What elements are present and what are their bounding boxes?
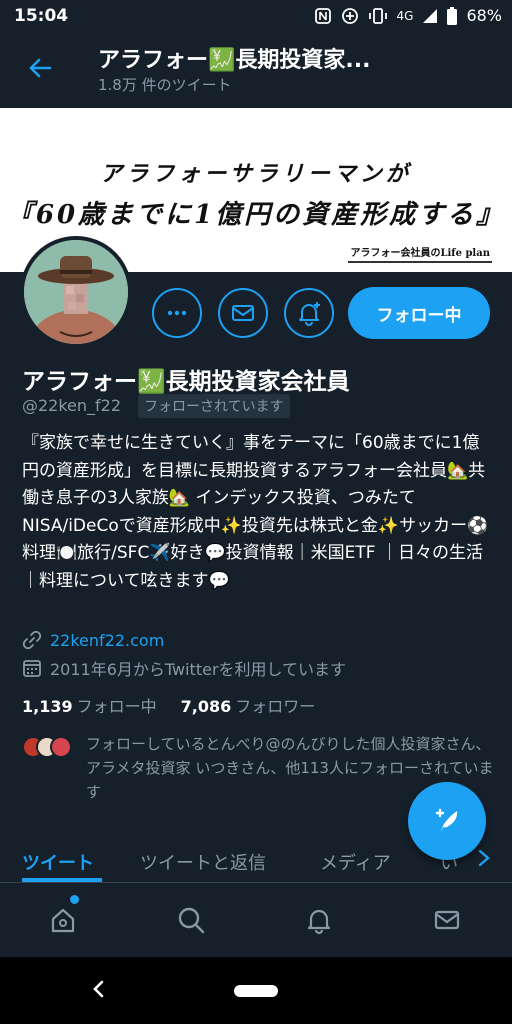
back-arrow-icon	[29, 58, 52, 78]
chevron-left-icon	[93, 980, 104, 998]
following-button[interactable]: フォロー中	[348, 287, 490, 339]
following-label: フォロー中	[76, 697, 157, 716]
mail-icon	[434, 910, 460, 930]
tabs-scroll-right-icon[interactable]	[476, 846, 492, 876]
data-saver-icon	[341, 7, 359, 25]
followed-by-avatars	[22, 736, 78, 758]
nav-search[interactable]	[174, 903, 208, 937]
tab-tweets-and-replies[interactable]: ツイートと返信	[140, 849, 266, 875]
follow-stats: 1,139 フォロー中 7,086 フォロワー	[22, 693, 315, 717]
nav-notifications[interactable]	[302, 903, 336, 937]
notification-button[interactable]	[284, 288, 334, 338]
vibrate-icon	[368, 7, 388, 25]
profile-handle: @22ken_f22	[22, 396, 122, 415]
joined-date: 2011年6月からTwitterを利用しています	[50, 660, 347, 679]
followers-stat[interactable]: 7,086 フォロワー	[181, 693, 316, 717]
network-type: 4G	[396, 8, 414, 23]
calendar-icon	[23, 660, 41, 677]
battery-icon	[447, 6, 458, 25]
followers-count: 7,086	[180, 697, 232, 716]
more-icon	[167, 310, 187, 316]
nfc-icon	[314, 7, 332, 25]
status-icons: 4G 68%	[314, 6, 502, 25]
link-icon	[22, 630, 42, 650]
back-button[interactable]	[24, 52, 56, 84]
following-stat[interactable]: 1,139 フォロー中	[22, 693, 157, 717]
nav-home[interactable]	[46, 903, 80, 937]
search-icon	[178, 907, 205, 934]
mail-icon	[232, 305, 254, 321]
tab-media[interactable]: メディア	[320, 849, 391, 875]
bottom-navigation	[0, 883, 512, 957]
battery-level: 68%	[466, 6, 502, 25]
home-notification-dot	[70, 895, 79, 904]
compose-tweet-button[interactable]	[408, 782, 486, 860]
header-title: アラフォー💹長期投資家...	[98, 48, 371, 73]
system-home-pill[interactable]	[234, 985, 278, 997]
follows-you-badge: フォローされています	[138, 394, 290, 418]
nav-messages[interactable]	[430, 903, 464, 937]
banner-line-2: 『60歳までに1億円の資産形成する』	[6, 200, 506, 230]
bell-icon	[307, 909, 331, 935]
banner-tag: アラフォー会社員のLife plan	[348, 244, 492, 263]
signal-icon	[422, 8, 438, 24]
status-time: 15:04	[14, 6, 69, 26]
more-options-button[interactable]	[152, 288, 202, 338]
home-icon	[51, 908, 75, 933]
bell-plus-icon	[299, 302, 320, 326]
tweet-count: 1.8万 件のツイート	[98, 76, 232, 94]
avatar	[50, 736, 72, 758]
compose-icon	[435, 808, 458, 832]
website-link[interactable]: 22kenf22.com	[50, 631, 164, 650]
system-back-button[interactable]	[88, 973, 108, 1012]
system-navigation-bar	[0, 957, 512, 1024]
joined-row: 2011年6月からTwitterを利用しています	[22, 656, 346, 680]
website-row: 22kenf22.com	[22, 630, 164, 650]
following-count: 1,139	[22, 697, 73, 716]
profile-name: アラフォー💹長期投資家会社員	[22, 369, 350, 395]
banner-line-1: アラフォーサラリーマンが	[100, 161, 412, 187]
followers-label: フォロワー	[235, 697, 316, 716]
avatar[interactable]	[20, 236, 132, 348]
profile-bio: 『家族で幸せに生きていく』事をテーマに「60歳までに1億円の資産形成」を目標に長…	[22, 433, 489, 591]
message-button[interactable]	[218, 288, 268, 338]
tab-tweets[interactable]: ツイート	[22, 849, 94, 875]
